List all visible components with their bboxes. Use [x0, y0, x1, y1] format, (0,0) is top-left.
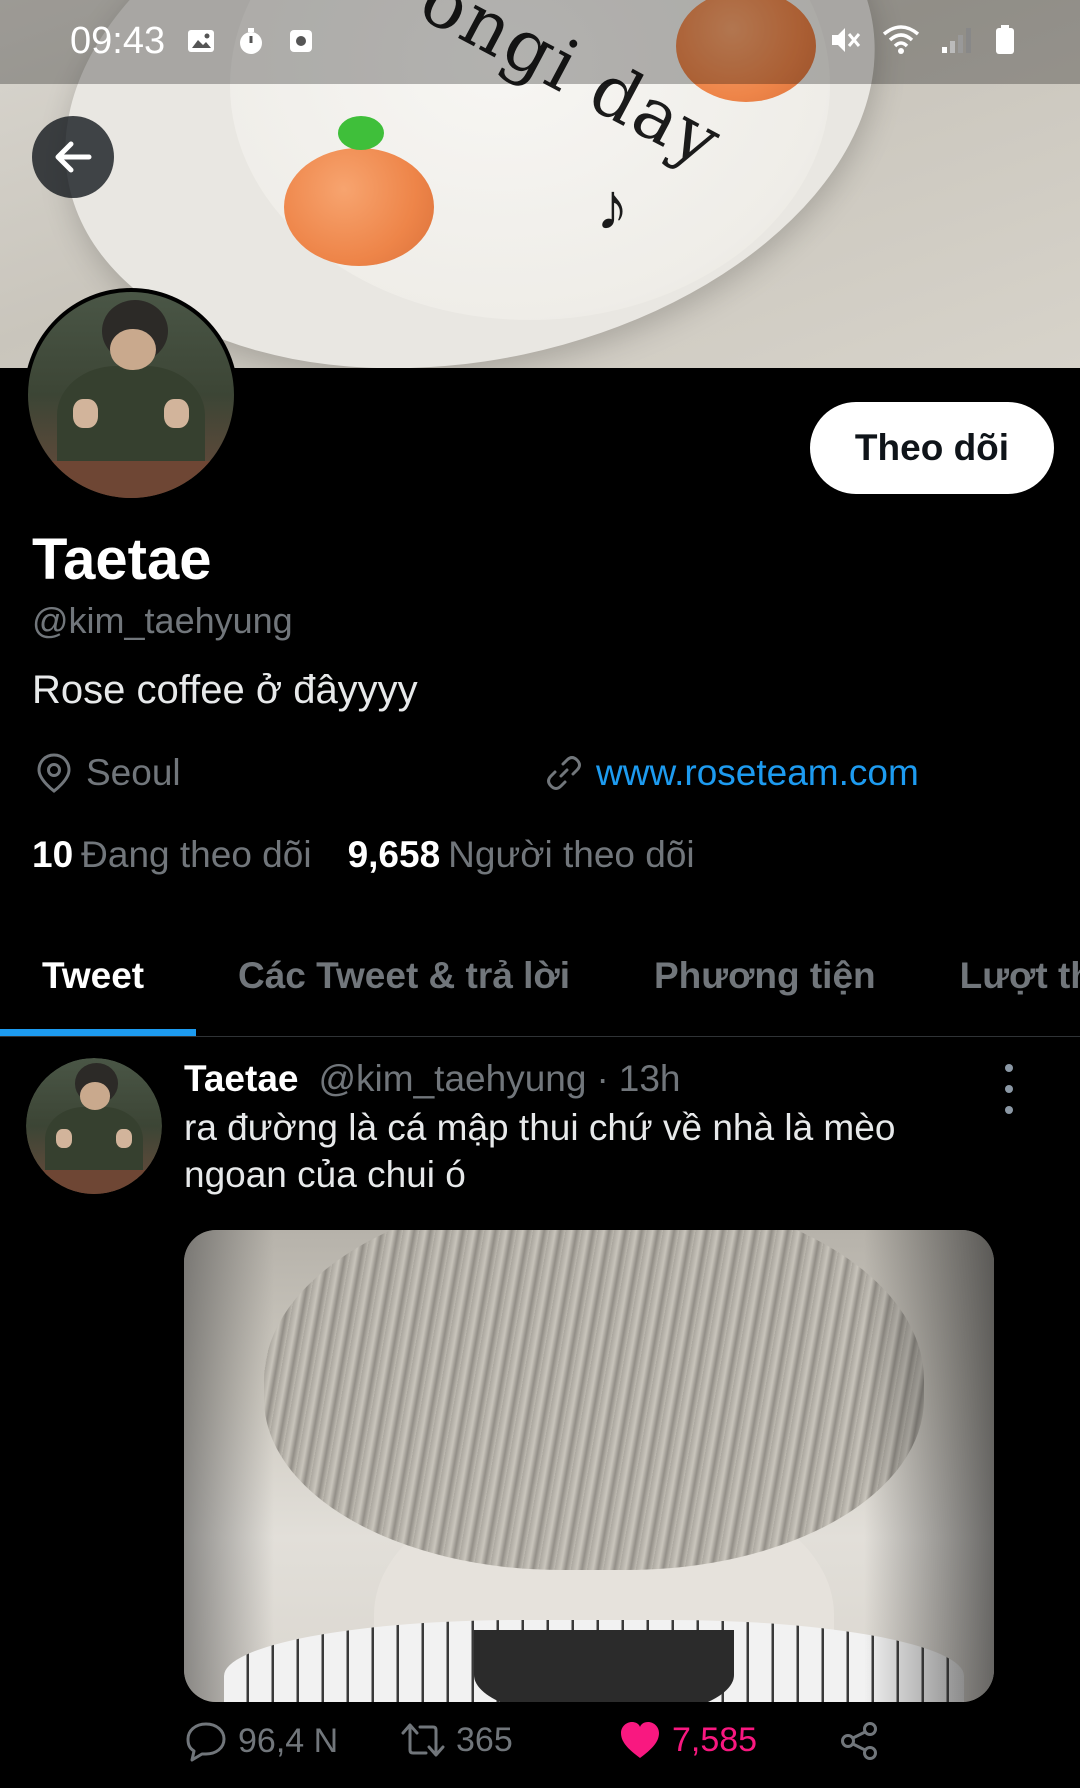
reply-button[interactable]: 96,4 N: [184, 1720, 338, 1762]
retweet-icon: [401, 1723, 445, 1757]
banner-orange-decoration: [284, 148, 434, 266]
like-button[interactable]: 7,585: [618, 1720, 757, 1760]
signal-icon: [942, 28, 971, 53]
following-stat[interactable]: 10 Đang theo dõi: [32, 834, 312, 876]
banner-leaf-decoration: [338, 116, 384, 150]
avatar-image: [28, 292, 234, 498]
followers-label: Người theo dõi: [448, 834, 695, 875]
mute-icon: [832, 28, 861, 52]
profile-avatar[interactable]: [24, 288, 238, 502]
following-count: 10: [32, 834, 74, 875]
profile-display-name: Taetae: [32, 527, 212, 592]
status-notification-icons: [186, 26, 316, 56]
followers-count: 9,658: [347, 834, 441, 875]
banner-music-note-decoration: ♪: [596, 169, 629, 243]
status-time: 09:43: [70, 20, 166, 62]
profile-location: Seoul: [34, 752, 181, 794]
profile-tabs: Tweet Các Tweet & trả lời Phương tiện Lư…: [0, 916, 1080, 1037]
tweet-timestamp[interactable]: 13h: [619, 1058, 681, 1100]
following-label: Đang theo dõi: [81, 834, 312, 875]
profile-location-text: Seoul: [86, 752, 181, 793]
follow-stats: 10 Đang theo dõi 9,658 Người theo dõi: [32, 834, 695, 876]
back-button[interactable]: [32, 116, 114, 198]
wifi-icon: [882, 25, 920, 54]
reply-count: 96,4 N: [238, 1721, 339, 1760]
retweet-button[interactable]: 365: [400, 1720, 513, 1760]
profile-website[interactable]: www.roseteam.com: [544, 752, 919, 794]
profile-website-link[interactable]: www.roseteam.com: [596, 752, 919, 794]
tweet-author-name[interactable]: Taetae: [184, 1058, 299, 1100]
tweet-author-handle[interactable]: @kim_taehyung: [319, 1058, 587, 1100]
tweet[interactable]: Taetae @kim_taehyung · 13h ra đường là c…: [0, 1040, 1080, 1788]
reply-icon: [186, 1722, 226, 1762]
arrow-left-icon: [55, 141, 92, 173]
tweet-text: ra đường là cá mập thui chứ về nhà là mè…: [184, 1107, 896, 1195]
status-system-icons: [828, 24, 1016, 56]
timer-icon: [240, 28, 262, 54]
tweet-actions: 96,4 N 365 7,585: [184, 1720, 904, 1780]
tab-likes[interactable]: Lượt thích: [918, 916, 1080, 1036]
tweet-separator: ·: [596, 1058, 609, 1099]
retweet-count: 365: [456, 1720, 513, 1759]
profile-handle: @kim_taehyung: [32, 600, 293, 641]
followers-stat[interactable]: 9,658 Người theo dõi: [348, 834, 695, 876]
tweet-media-image[interactable]: [184, 1230, 994, 1702]
battery-icon: [996, 25, 1014, 54]
status-bar: 09:43: [0, 0, 1080, 84]
tab-media[interactable]: Phương tiện: [612, 916, 918, 1036]
tweet-meta: @kim_taehyung · 13h: [319, 1058, 681, 1100]
share-icon: [841, 1722, 877, 1760]
share-button[interactable]: [838, 1720, 880, 1762]
screen-record-icon: [290, 30, 312, 52]
follow-button[interactable]: Theo dõi: [810, 402, 1054, 494]
tweet-avatar[interactable]: [26, 1058, 162, 1194]
tweet-header: Taetae @kim_taehyung · 13h: [184, 1058, 681, 1100]
tweet-avatar-image: [26, 1058, 162, 1194]
tab-tweets-and-replies[interactable]: Các Tweet & trả lời: [196, 916, 612, 1036]
like-count: 7,585: [672, 1720, 758, 1759]
heart-icon: [621, 1722, 659, 1758]
link-icon: [547, 756, 581, 790]
tab-tweets[interactable]: Tweet: [0, 916, 196, 1036]
profile-bio: Rose coffee ở đâyyyy: [32, 668, 418, 712]
location-pin-icon: [37, 753, 71, 793]
gallery-icon: [188, 30, 214, 52]
